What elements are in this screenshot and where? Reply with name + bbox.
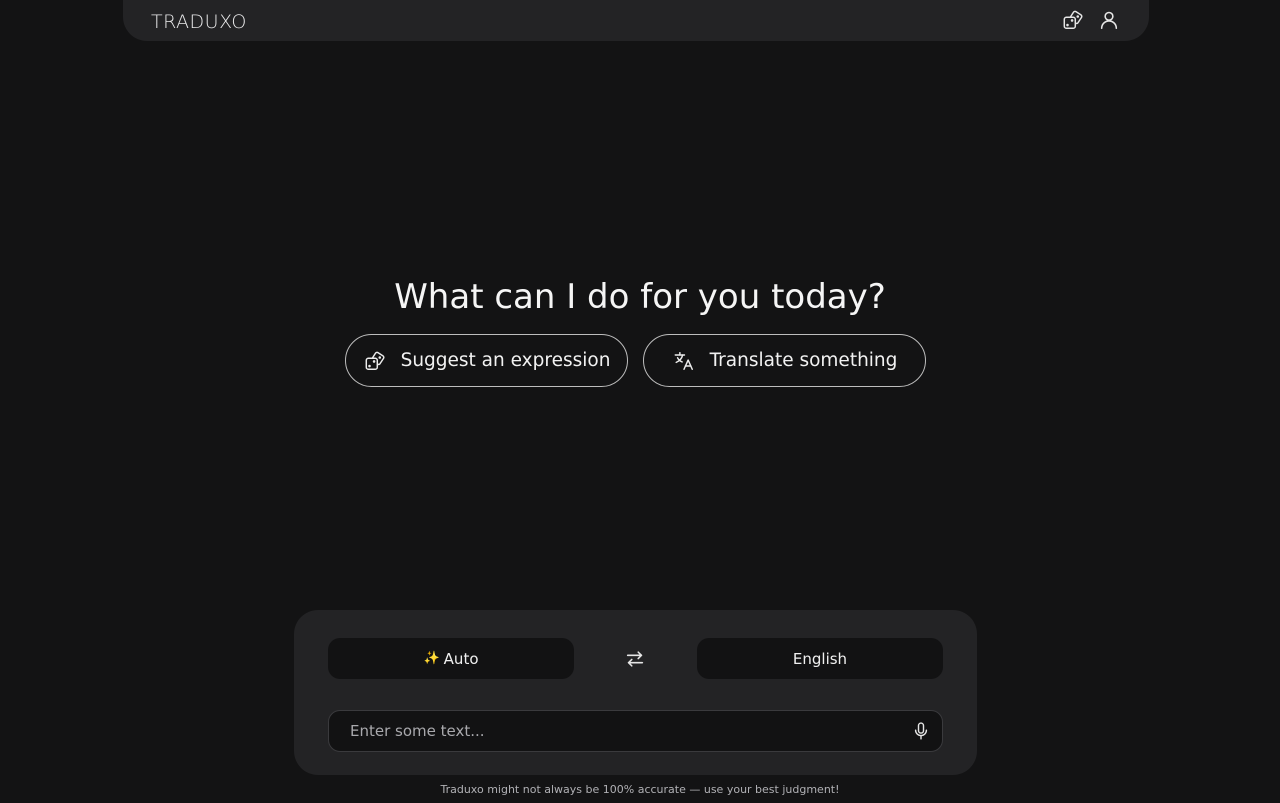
suggest-expression-button[interactable]: Suggest an expression [345, 334, 628, 387]
translate-something-label: Translate something [709, 350, 898, 371]
microphone-icon[interactable] [910, 720, 932, 742]
user-icon[interactable] [1097, 8, 1121, 32]
translator-panel: ✨ Auto English [294, 610, 977, 775]
target-language-select[interactable]: English [697, 638, 943, 679]
target-language-label: English [792, 649, 848, 668]
app-logo[interactable]: TRADUXO [151, 11, 247, 33]
accuracy-disclaimer: Traduxo might not always be 100% accurat… [440, 783, 840, 796]
dice-icon[interactable] [1061, 8, 1085, 32]
suggest-expression-label: Suggest an expression [400, 350, 611, 371]
source-language-select[interactable]: ✨ Auto [328, 638, 574, 679]
dice-icon [363, 349, 387, 373]
text-input-container [328, 710, 943, 752]
sparkle-icon: ✨ [423, 651, 440, 666]
swap-arrows-icon [626, 651, 644, 667]
text-input[interactable] [329, 711, 899, 751]
translate-icon [672, 349, 696, 373]
source-language-label: Auto [443, 649, 479, 668]
translate-something-button[interactable]: Translate something [643, 334, 926, 387]
top-bar: TRADUXO [123, 0, 1149, 41]
page-headline: What can I do for you today? [394, 276, 886, 317]
swap-languages-button[interactable] [621, 647, 649, 671]
